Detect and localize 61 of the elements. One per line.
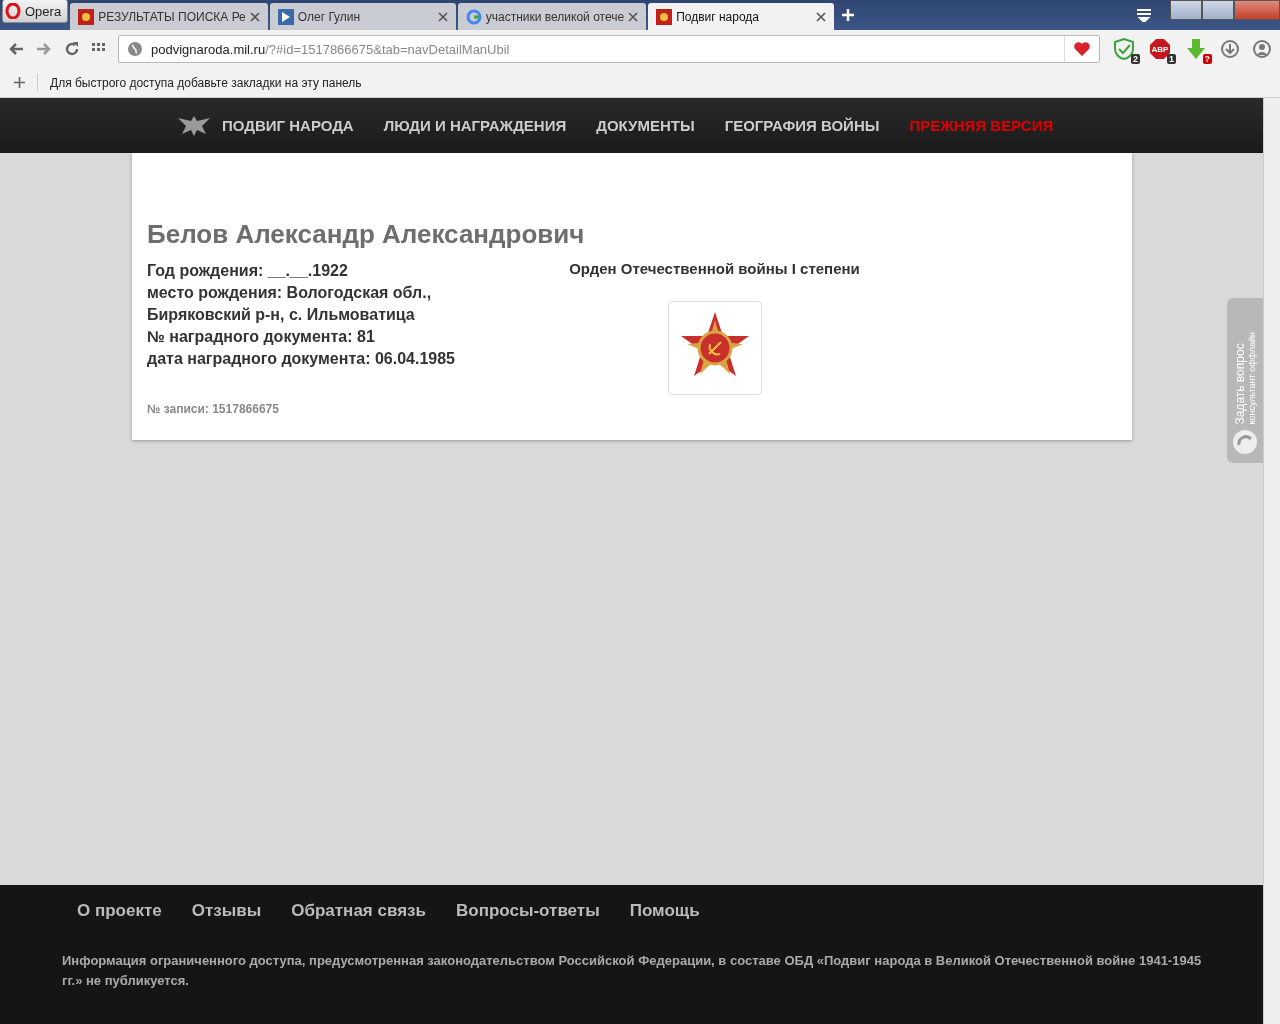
browser-tab[interactable]: Олег Гулин	[269, 3, 456, 30]
browser-tab[interactable]: РЕЗУЛЬТАТЫ ПОИСКА Ре	[70, 3, 268, 30]
new-tab-icon[interactable]	[842, 9, 855, 21]
shield-check-icon	[1113, 38, 1135, 60]
medal-image[interactable]	[667, 301, 762, 395]
nav-link[interactable]: ГЕОГРАФИЯ ВОЙНЫ	[724, 117, 880, 134]
adblock-label: ABP	[1151, 44, 1169, 54]
add-bookmark-icon[interactable]	[14, 77, 25, 88]
site-favicon	[78, 8, 95, 25]
close-window-button[interactable]	[1234, 0, 1280, 20]
award-title: Орден Отечественной войны I степени	[569, 260, 860, 277]
footer-notice: Информация ограниченного доступа, предусмотренная законодательством Российской Федерации, в составе ОБД «Подвиг народа в Великой Отечественной войне 1941-1945 гг.» не публикуется.	[62, 952, 1203, 990]
extension-button[interactable]: ?	[1184, 37, 1208, 61]
restore-button[interactable]	[1202, 0, 1234, 20]
tab-title: Олег Гулин	[297, 9, 362, 24]
minimize-button[interactable]	[1170, 0, 1202, 20]
reload-icon[interactable]	[64, 41, 80, 57]
footer-link[interactable]: Вопросы-ответы	[456, 901, 600, 921]
back-icon[interactable]	[8, 42, 24, 56]
footer-link[interactable]: Обратная связь	[291, 901, 426, 921]
record-number: № записи: 1517866675	[147, 401, 280, 418]
tab-menu-icon[interactable]	[1136, 8, 1152, 22]
opera-menu-button[interactable]: Opera	[2, 0, 69, 23]
extension-badge: 2	[1131, 54, 1140, 64]
download-arrow-icon	[1185, 38, 1207, 60]
footer-link[interactable]: Помощь	[629, 901, 700, 921]
chat-bubble-icon	[1232, 429, 1258, 455]
close-icon[interactable]	[249, 11, 260, 22]
close-icon[interactable]	[437, 11, 448, 22]
browser-tab[interactable]: участники великой отече	[457, 3, 647, 30]
user-icon[interactable]	[1252, 39, 1272, 59]
footer-link[interactable]: О проекте	[77, 901, 162, 921]
nav-link[interactable]: ПОДВИГ НАРОДА	[176, 113, 354, 138]
page-favicon	[277, 8, 294, 25]
person-name: Белов Александр Александрович	[147, 219, 586, 250]
detail-line: № наградного документа: 81	[147, 327, 376, 347]
address-field[interactable]: podvignaroda.mil.ru/?#id=1517866675&tab=navDetailManUbil	[118, 35, 1100, 63]
browser-tab[interactable]: Подвиг народа	[648, 3, 835, 30]
download-icon[interactable]	[1220, 39, 1240, 59]
tab-title: Подвиг народа	[676, 9, 760, 24]
heart-icon	[1073, 41, 1091, 57]
detail-line: место рождения: Вологодская обл., Биряковский р-н, с. Ильмоватица	[147, 283, 433, 325]
extension-badge: 1	[1167, 54, 1176, 64]
close-icon[interactable]	[816, 11, 827, 22]
url-text: podvignaroda.mil.ru/?#id=1517866675&tab=navDetailManUbil	[150, 41, 511, 57]
globe-icon	[127, 41, 143, 57]
tab-title: РЕЗУЛЬТАТЫ ПОИСКА Ре	[98, 9, 246, 24]
forward-icon[interactable]	[36, 42, 52, 56]
nav-link[interactable]: ДОКУМЕНТЫ	[596, 117, 695, 134]
opera-logo-icon	[5, 3, 21, 19]
detail-line: дата наградного документа: 06.04.1985	[147, 349, 456, 369]
tab-title: участники великой отече	[485, 9, 625, 24]
site-favicon	[656, 8, 673, 25]
detail-line: Год рождения: __.__.1922	[147, 261, 349, 281]
scrollbar[interactable]	[1263, 98, 1280, 1024]
extension-badge: ?	[1202, 54, 1212, 64]
extension-button[interactable]: 2	[1112, 37, 1136, 61]
footer-link[interactable]: Отзывы	[191, 901, 262, 921]
nav-link[interactable]: ЛЮДИ И НАГРАЖДЕНИЯ	[383, 117, 567, 134]
close-icon[interactable]	[628, 11, 639, 22]
bookmarks-hint: Для быстрого доступа добавьте закладки на эту панель	[50, 75, 362, 90]
